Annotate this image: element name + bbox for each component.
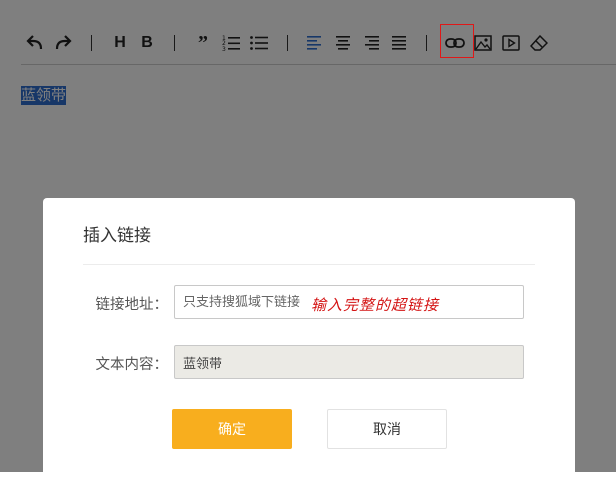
confirm-button[interactable]: 确定 xyxy=(172,409,292,449)
insert-link-dialog: 插入链接 链接地址： 输入完整的超链接 文本内容： 蓝领带 确定 取消 xyxy=(43,198,575,488)
link-text-value: 蓝领带 xyxy=(183,356,223,372)
url-label: 链接地址： xyxy=(95,297,169,313)
text-label: 文本内容： xyxy=(95,357,169,373)
url-input[interactable] xyxy=(174,285,524,319)
cancel-button[interactable]: 取消 xyxy=(327,409,447,449)
dialog-divider xyxy=(83,264,535,265)
dialog-title: 插入链接 xyxy=(83,226,151,246)
link-text-field[interactable]: 蓝领带 xyxy=(174,345,524,379)
